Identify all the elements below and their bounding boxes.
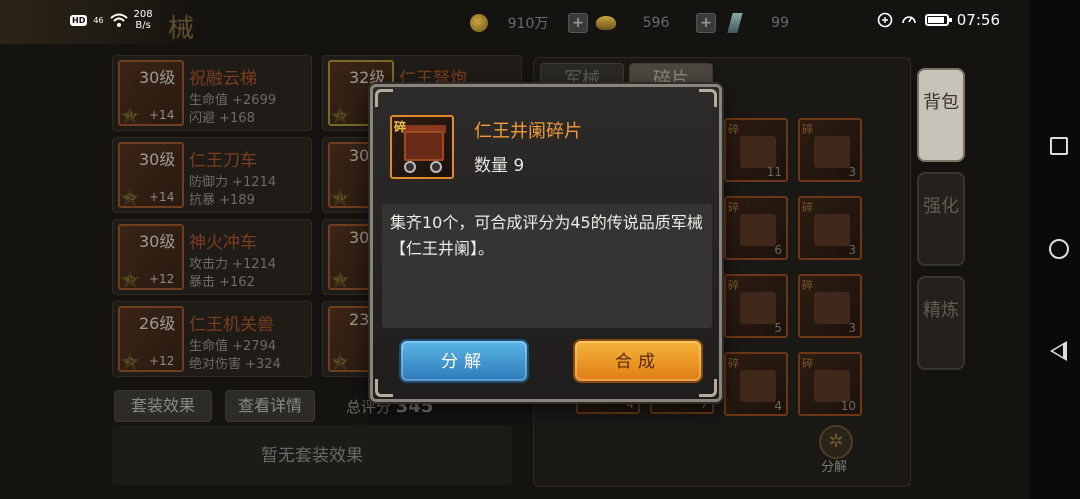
silver-coin-icon <box>470 14 488 32</box>
fragment-description: 集齐10个，可合成评分为45的传说品质军械【仁王井阑】。 <box>382 204 712 328</box>
gold-amount: 596 <box>642 15 670 31</box>
clock: 07:56 <box>956 11 1000 29</box>
recents-button[interactable] <box>1050 137 1068 155</box>
signal-icon: 46 <box>93 15 104 25</box>
fragment-detail-dialog: 碎 仁王井阑碎片 数量 9 集齐10个，可合成评分为45的传说品质军械【仁王井阑… <box>370 84 722 402</box>
fragment-quantity: 数量 9 <box>474 156 525 176</box>
hd-icon: HD <box>70 14 88 26</box>
fragment-icon: 碎 <box>390 115 454 179</box>
gold-ingot-icon <box>596 16 616 30</box>
wifi-icon <box>109 13 128 27</box>
fragment-name: 仁王井阑碎片 <box>474 121 582 142</box>
network-speed: 208 B/s <box>133 9 153 31</box>
gem-amount: 99 <box>771 15 789 31</box>
vibrate-icon <box>877 12 893 28</box>
resource-bar: 910万 + 596 + 99 <box>470 10 820 36</box>
battery-icon <box>924 14 952 26</box>
game-screen: 械 HD 46 208 B/s 07:56 910万 + 596 + 99 30… <box>0 0 1080 499</box>
home-button[interactable] <box>1049 239 1069 259</box>
gauge-icon <box>901 16 916 24</box>
combine-button[interactable]: 合成 <box>573 339 703 383</box>
back-button[interactable] <box>1050 341 1067 361</box>
add-silver-button[interactable]: + <box>568 13 588 33</box>
silver-amount: 910万 <box>507 16 549 32</box>
system-nav-bar <box>1030 0 1080 499</box>
add-gold-button[interactable]: + <box>696 13 716 33</box>
decompose-button[interactable]: 分解 <box>399 339 529 383</box>
